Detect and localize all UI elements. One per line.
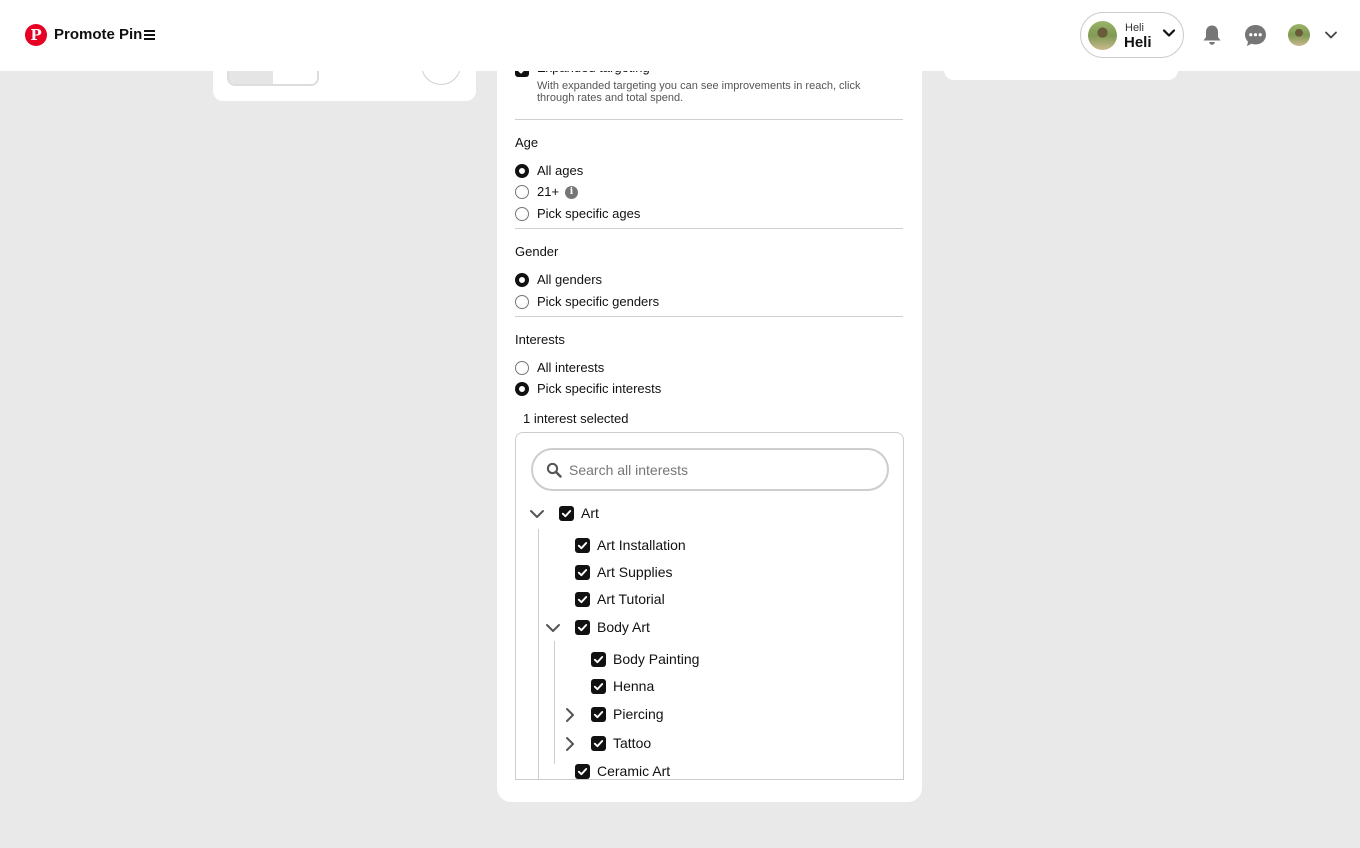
targeting-panel: Expanded targeting With expanded targeti…: [497, 40, 922, 802]
messages-icon[interactable]: [1244, 24, 1267, 47]
radio-21-plus-label[interactable]: 21+: [537, 184, 559, 199]
age-title: Age: [515, 135, 539, 150]
chevron-right-icon[interactable]: [562, 736, 578, 752]
tree-label-tattoo[interactable]: Tattoo: [613, 735, 651, 751]
checkbox-art-supplies[interactable]: [575, 565, 590, 580]
tree-label-art-tutorial[interactable]: Art Tutorial: [597, 591, 665, 607]
profile-avatar[interactable]: [1288, 24, 1310, 46]
tree-label-art-installation[interactable]: Art Installation: [597, 537, 686, 553]
radio-all-genders-label[interactable]: All genders: [537, 272, 602, 287]
expanded-targeting-description: With expanded targeting you can see impr…: [537, 80, 861, 104]
radio-all-interests[interactable]: [515, 361, 529, 375]
divider: [515, 228, 903, 229]
radio-all-ages[interactable]: [515, 164, 529, 178]
checkbox-art-installation[interactable]: [575, 538, 590, 553]
checkbox-art[interactable]: [559, 506, 574, 521]
bell-icon[interactable]: [1201, 24, 1223, 46]
tree-label-henna[interactable]: Henna: [613, 678, 654, 694]
tree-label-body-art[interactable]: Body Art: [597, 619, 650, 635]
interests-title: Interests: [515, 332, 565, 347]
tree-label-art[interactable]: Art: [581, 505, 599, 521]
search-input[interactable]: Search all interests: [531, 448, 889, 491]
pinterest-logo-icon[interactable]: P: [25, 24, 47, 46]
avatar: [1088, 21, 1117, 50]
checkbox-tattoo[interactable]: [591, 736, 606, 751]
radio-pick-specific-interests[interactable]: [515, 382, 529, 396]
tree-guide-line: [538, 529, 539, 780]
tree-label-body-painting[interactable]: Body Painting: [613, 651, 699, 667]
search-icon: [546, 462, 562, 478]
interest-count: 1 interest selected: [523, 411, 629, 426]
tree-guide-line: [554, 641, 555, 764]
account-name-small: Heli: [1125, 22, 1144, 34]
account-name: Heli: [1124, 34, 1152, 51]
info-icon[interactable]: i: [565, 186, 578, 199]
chevron-right-icon[interactable]: [562, 707, 578, 723]
radio-pick-specific-genders[interactable]: [515, 295, 529, 309]
top-bar: P Promote Pin Heli Heli: [0, 0, 1360, 71]
account-switcher-button[interactable]: Heli Heli: [1080, 12, 1184, 58]
divider: [515, 119, 903, 120]
tree-label-ceramic-art[interactable]: Ceramic Art: [597, 763, 670, 779]
menu-icon[interactable]: [144, 30, 155, 40]
divider: [515, 779, 904, 780]
checkbox-art-tutorial[interactable]: [575, 592, 590, 607]
page-title: Promote Pin: [54, 26, 143, 43]
chevron-down-icon[interactable]: [529, 506, 545, 522]
interest-tree: Search all interests Art Art Installatio…: [515, 432, 904, 780]
radio-pick-specific-ages[interactable]: [515, 207, 529, 221]
radio-pick-specific-ages-label[interactable]: Pick specific ages: [537, 206, 640, 221]
checkbox-henna[interactable]: [591, 679, 606, 694]
radio-all-interests-label[interactable]: All interests: [537, 360, 604, 375]
chevron-down-icon[interactable]: [1324, 29, 1338, 41]
checkbox-body-art[interactable]: [575, 620, 590, 635]
tree-label-piercing[interactable]: Piercing: [613, 706, 664, 722]
radio-all-ages-label[interactable]: All ages: [537, 163, 583, 178]
chevron-down-icon[interactable]: [545, 620, 561, 636]
radio-pick-specific-interests-label[interactable]: Pick specific interests: [537, 381, 661, 396]
chevron-down-icon: [1162, 29, 1176, 37]
checkbox-piercing[interactable]: [591, 707, 606, 722]
radio-21-plus[interactable]: [515, 185, 529, 199]
radio-all-genders[interactable]: [515, 273, 529, 287]
divider: [515, 316, 903, 317]
search-placeholder: Search all interests: [569, 462, 689, 478]
checkbox-ceramic-art[interactable]: [575, 764, 590, 779]
tree-label-art-supplies[interactable]: Art Supplies: [597, 564, 672, 580]
gender-title: Gender: [515, 244, 559, 259]
checkbox-body-painting[interactable]: [591, 652, 606, 667]
radio-pick-specific-genders-label[interactable]: Pick specific genders: [537, 294, 659, 309]
